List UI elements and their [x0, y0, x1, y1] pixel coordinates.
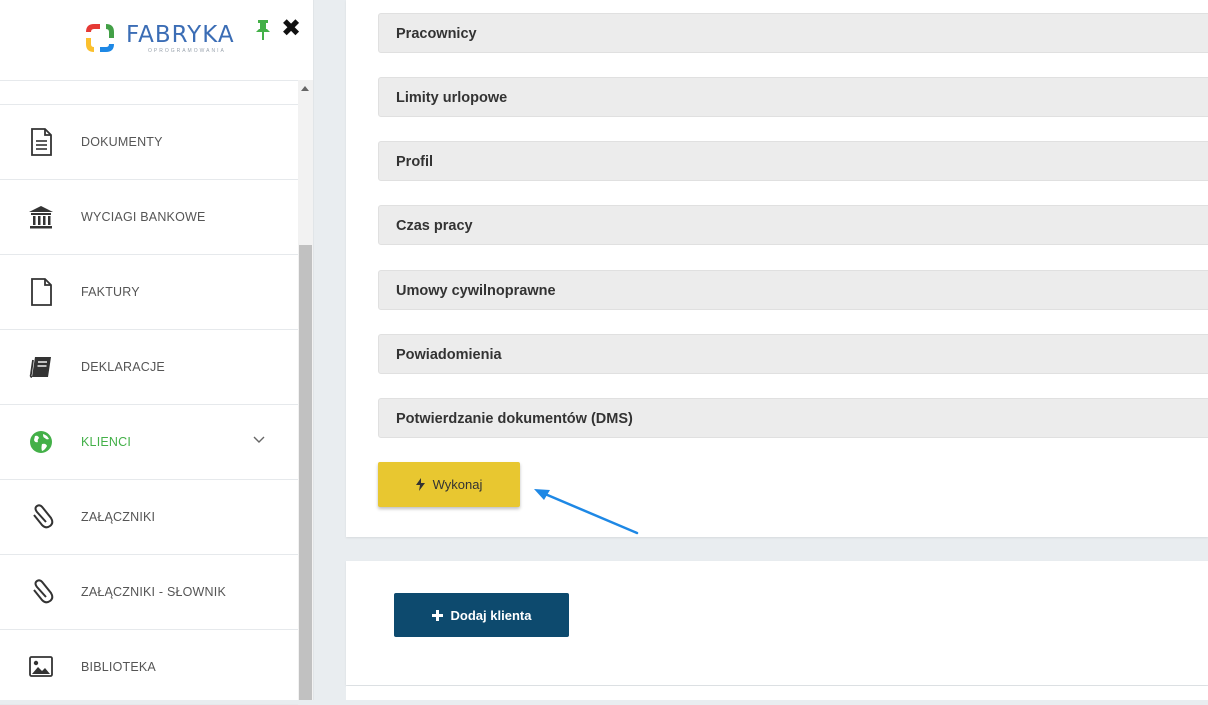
add-client-button-label: Dodaj klienta — [450, 607, 532, 623]
brand-subtitle: OPROGRAMOWANIA — [148, 47, 226, 54]
sidebar-nav: DOKUMENTY WYCIAGI BANKOWE FAKTURY DEKLAR… — [0, 104, 298, 705]
sidebar-item-label: WYCIAGI BANKOWE — [81, 210, 206, 224]
section-pracownicy[interactable]: Pracownicy — [378, 13, 1208, 53]
image-icon — [29, 656, 53, 677]
section-potwierdzanie-dokumentow[interactable]: Potwierdzanie dokumentów (DMS) — [378, 398, 1208, 438]
close-icon[interactable]: ✖ — [281, 16, 301, 40]
book-icon — [29, 357, 51, 378]
logo[interactable]: FABRYKA OPROGRAMOWANIA — [80, 18, 235, 58]
document-icon — [31, 128, 52, 156]
sidebar-item-dokumenty[interactable]: DOKUMENTY — [0, 105, 298, 180]
sidebar-item-faktury[interactable]: FAKTURY — [0, 255, 298, 330]
sidebar-item-zalaczniki-slownik[interactable]: ZAŁĄCZNIKI - SŁOWNIK — [0, 555, 298, 630]
chevron-down-icon[interactable] — [252, 433, 266, 447]
run-button-label: Wykonaj — [432, 477, 483, 492]
section-powiadomienia[interactable]: Powiadomienia — [378, 334, 1208, 374]
sidebar-item-deklaracje[interactable]: DEKLARACJE — [0, 330, 298, 405]
logo-mark-icon — [86, 24, 114, 52]
sidebar-item-label: DOKUMENTY — [81, 135, 163, 149]
file-icon — [31, 278, 52, 306]
scroll-thumb[interactable] — [299, 245, 312, 700]
pin-icon[interactable] — [255, 20, 271, 40]
paperclip-icon — [33, 504, 54, 529]
sidebar-item-label: BIBLIOTEKA — [81, 660, 156, 674]
paperclip-icon — [33, 579, 54, 604]
sidebar-item-label: ZAŁĄCZNIKI - SŁOWNIK — [81, 585, 226, 599]
annotation-arrow — [534, 489, 639, 535]
section-profil[interactable]: Profil — [378, 141, 1208, 181]
next-card — [346, 686, 1208, 700]
sidebar: FABRYKA OPROGRAMOWANIA ✖ DOKUMENTY WYCIA… — [0, 0, 314, 705]
scroll-up-icon[interactable] — [301, 86, 309, 91]
sidebar-item-label: ZAŁĄCZNIKI — [81, 510, 156, 524]
section-label: Czas pracy — [396, 218, 473, 234]
section-label: Umowy cywilnoprawne — [396, 283, 556, 299]
section-label: Powiadomienia — [396, 347, 502, 363]
section-czas-pracy[interactable]: Czas pracy — [378, 205, 1208, 245]
bank-icon — [29, 206, 53, 229]
brand-name: FABRYKA — [126, 21, 235, 48]
section-label: Limity urlopowe — [396, 90, 508, 106]
logo-area: FABRYKA OPROGRAMOWANIA ✖ — [0, 0, 313, 81]
section-label: Profil — [396, 154, 434, 170]
add-client-button[interactable]: Dodaj klienta — [394, 593, 569, 637]
sidebar-scrollbar[interactable] — [298, 80, 313, 700]
bolt-icon — [415, 478, 425, 491]
sidebar-item-zalaczniki[interactable]: ZAŁĄCZNIKI — [0, 480, 298, 555]
settings-card: Pracownicy Limity urlopowe Profil Czas p… — [346, 0, 1208, 537]
section-label: Pracownicy — [396, 26, 477, 42]
section-label: Potwierdzanie dokumentów (DMS) — [396, 411, 633, 427]
plus-icon — [431, 609, 443, 621]
client-actions-card: Dodaj klienta — [346, 561, 1208, 685]
sidebar-item-label: KLIENCI — [81, 435, 132, 449]
sidebar-item-wyciagi-bankowe[interactable]: WYCIAGI BANKOWE — [0, 180, 298, 255]
section-umowy-cywilnoprawne[interactable]: Umowy cywilnoprawne — [378, 270, 1208, 310]
section-limity-urlopowe[interactable]: Limity urlopowe — [378, 77, 1208, 117]
sidebar-item-label: DEKLARACJE — [81, 360, 165, 374]
sidebar-item-biblioteka[interactable]: BIBLIOTEKA — [0, 630, 298, 705]
run-button[interactable]: Wykonaj — [378, 462, 520, 507]
sidebar-item-label: FAKTURY — [81, 285, 140, 299]
sidebar-item-klienci[interactable]: KLIENCI — [0, 405, 298, 480]
globe-icon — [30, 431, 52, 453]
